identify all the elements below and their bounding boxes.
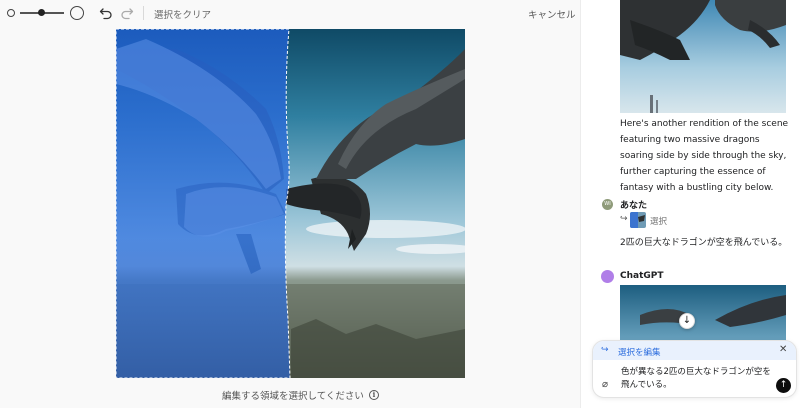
brush-size-small-icon[interactable]	[7, 9, 15, 17]
dragon-image	[116, 29, 465, 378]
brush-size-slider-handle[interactable]	[38, 9, 45, 16]
user-message: 2匹の巨大なドラゴンが空を飛んでいる。	[620, 238, 788, 248]
close-icon[interactable]: ✕	[779, 344, 787, 355]
chatgpt-avatar-icon	[601, 270, 614, 283]
user-name: あなた	[620, 201, 648, 211]
paperclip-icon[interactable]: ⌀	[602, 379, 608, 390]
clear-selection-button[interactable]: 選択をクリア	[154, 7, 211, 21]
edit-selection-bar: ↪ 選択を編集 ✕	[593, 341, 796, 360]
undo-icon[interactable]	[98, 5, 114, 21]
editor-toolbar: 選択をクリア キャンセル	[0, 0, 580, 28]
redo-icon[interactable]	[119, 5, 135, 21]
selection-label: 選択	[650, 217, 668, 227]
selection-hint: 編集する領域を選択してください i	[222, 388, 379, 402]
image-editor: 選択をクリア キャンセル 編集する領域を選択してください i	[0, 0, 580, 408]
edit-selection-label: 選択を編集	[618, 348, 661, 358]
assistant-reply-text: Here's another rendition of the scene fe…	[620, 119, 789, 193]
selection-reply-icon: ↪	[620, 214, 628, 224]
selection-hint-text: 編集する領域を選択してください	[222, 391, 364, 402]
assistant-name: ChatGPT	[620, 271, 664, 281]
selection-thumbnail[interactable]	[630, 212, 646, 228]
message-composer: ↪ 選択を編集 ✕ 色が異なる2匹の巨大なドラゴンが空を飛んでいる。 ⌀ ↑	[592, 340, 797, 398]
info-icon[interactable]: i	[368, 390, 379, 400]
send-button[interactable]: ↑	[776, 378, 791, 393]
generated-image-new[interactable]	[620, 285, 786, 345]
chat-panel: Here's another rendition of the scene fe…	[580, 0, 800, 408]
brush-size-large-icon[interactable]	[70, 6, 84, 20]
scroll-down-button[interactable]: ↓	[679, 313, 695, 329]
edit-selection-icon: ↪	[601, 345, 609, 355]
cancel-button[interactable]: キャンセル	[528, 7, 576, 21]
edit-canvas[interactable]	[116, 29, 465, 378]
generated-image-previous[interactable]	[620, 0, 786, 113]
user-avatar: WI	[602, 199, 613, 210]
toolbar-divider	[143, 6, 144, 20]
message-input[interactable]: 色が異なる2匹の巨大なドラゴンが空を飛んでいる。	[621, 366, 775, 392]
